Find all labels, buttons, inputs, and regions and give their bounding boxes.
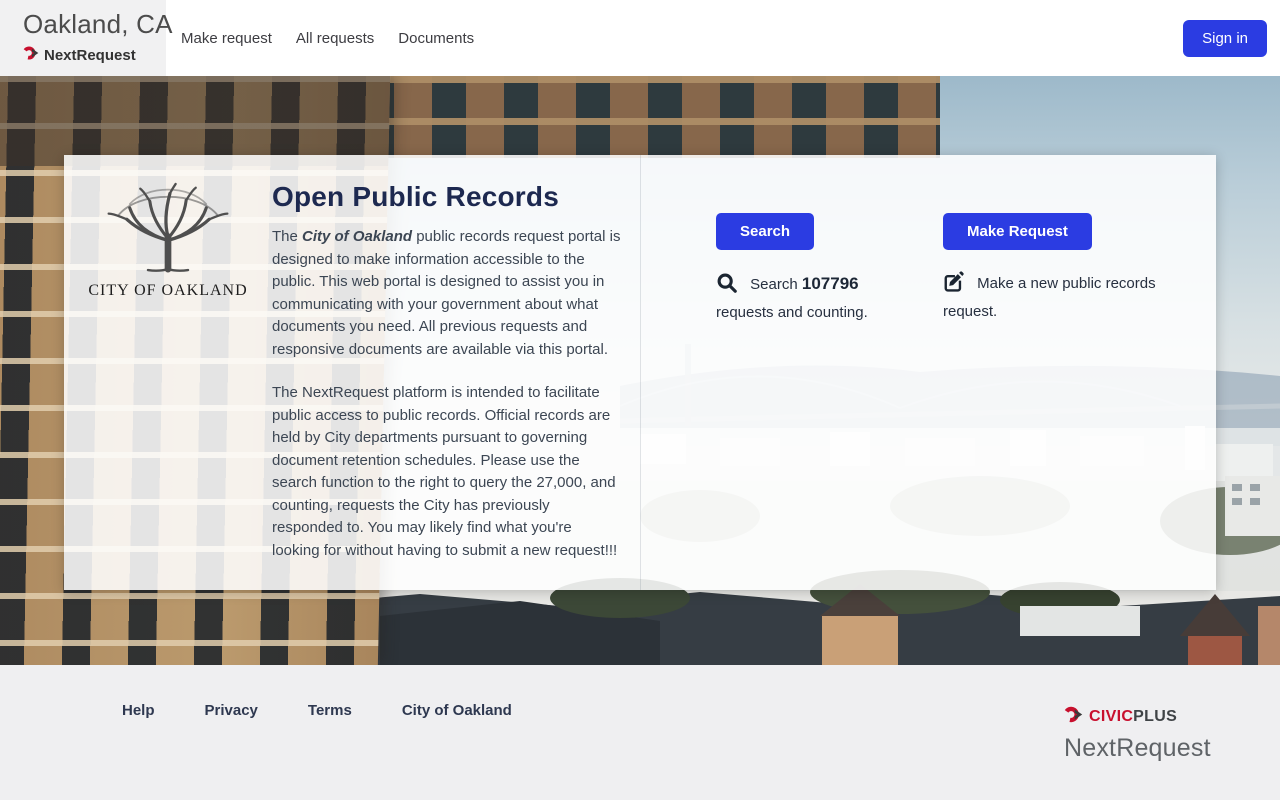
footer: Help Privacy Terms City of Oakland CIVIC… <box>0 665 1280 800</box>
make-request-description: Make a new public records request. <box>943 271 1181 324</box>
actions-column: Search Search 107796 requests and counti… <box>640 155 1216 590</box>
make-request-button[interactable]: Make Request <box>943 213 1092 250</box>
footer-links: Help Privacy Terms City of Oakland <box>122 702 512 719</box>
search-icon <box>716 273 742 298</box>
civicplus-mark-icon <box>1063 705 1083 729</box>
search-button[interactable]: Search <box>716 213 815 250</box>
request-count: 107796 <box>801 274 859 293</box>
civicplus-mark-icon <box>22 45 39 66</box>
platform-paragraph: The NextRequest platform is intended to … <box>272 384 618 559</box>
site-logo-block[interactable]: Oakland, CA NextRequest <box>0 0 173 76</box>
civicplus-logo: CIVICPLUS <box>1063 705 1211 729</box>
city-logo-column: CITY OF OAKLAND <box>64 155 272 590</box>
nav-all-requests[interactable]: All requests <box>296 30 374 47</box>
footer-link-terms[interactable]: Terms <box>308 702 352 719</box>
make-request-action-group: Make Request Make a new public records r… <box>943 213 1181 590</box>
portal-description-column: Open Public Records The City of Oakland … <box>272 155 640 590</box>
search-desc-post: requests and counting. <box>716 304 868 322</box>
search-desc-pre: Search <box>750 276 802 293</box>
footer-link-privacy[interactable]: Privacy <box>205 702 258 719</box>
brand-name: NextRequest <box>44 47 136 64</box>
hero-section: CITY OF OAKLAND Open Public Records The … <box>0 76 1280 665</box>
nextrequest-wordmark: NextRequest <box>1064 734 1211 762</box>
nav-make-request[interactable]: Make request <box>181 30 272 47</box>
footer-link-help[interactable]: Help <box>122 702 155 719</box>
city-logo-caption: CITY OF OAKLAND <box>88 282 248 299</box>
make-request-desc-text: Make a new public records request. <box>943 275 1156 321</box>
main-nav: Make request All requests Documents <box>181 0 474 76</box>
header: Oakland, CA NextRequest Make request All… <box>0 0 1280 76</box>
civicplus-plus-text: PLUS <box>1133 708 1178 725</box>
nav-documents[interactable]: Documents <box>398 30 474 47</box>
sign-in-button[interactable]: Sign in <box>1183 20 1267 57</box>
civicplus-civic-text: CIVIC <box>1089 708 1134 725</box>
records-portal-card: CITY OF OAKLAND Open Public Records The … <box>64 155 1216 590</box>
edit-icon <box>943 271 969 297</box>
footer-link-city-of-oakland[interactable]: City of Oakland <box>402 702 512 719</box>
site-name: Oakland, CA <box>23 9 173 39</box>
footer-brand-block: CIVICPLUS NextRequest <box>1063 705 1211 763</box>
page-title: Open Public Records <box>272 181 559 212</box>
intro-text-post: public records request portal is designe… <box>272 228 621 358</box>
intro-text-city-name: City of Oakland <box>302 228 413 245</box>
search-description: Search 107796 requests and counting. <box>716 271 886 325</box>
intro-paragraph: The City of Oakland public records reque… <box>272 226 622 361</box>
search-action-group: Search Search 107796 requests and counti… <box>716 213 886 590</box>
city-of-oakland-tree-logo <box>101 181 235 278</box>
intro-text-pre: The <box>272 228 303 245</box>
